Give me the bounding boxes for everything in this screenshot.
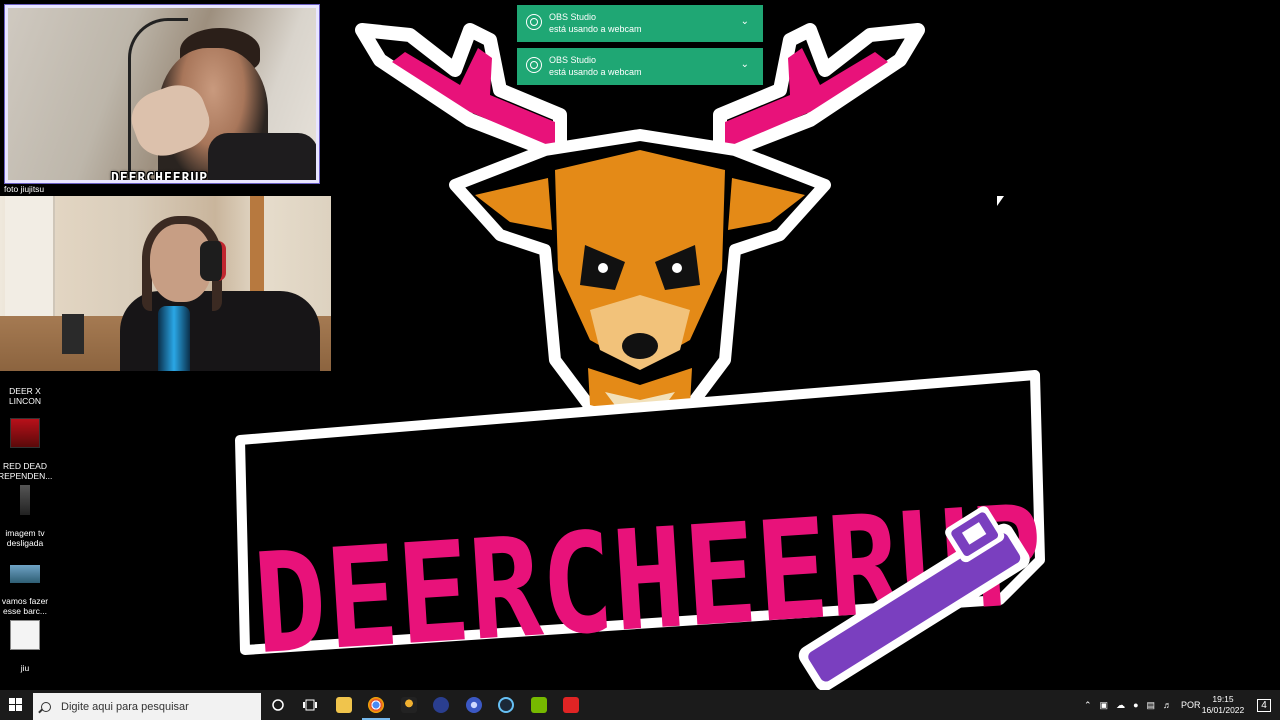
volume-icon[interactable]: ♬ <box>1163 700 1172 710</box>
tray-app-icon[interactable]: ▣ <box>1100 700 1109 711</box>
task-view-icon[interactable] <box>294 690 326 720</box>
taskbar-clock[interactable]: 19:15 16/01/2022 <box>1198 694 1248 716</box>
microphone-icon[interactable]: ● <box>1133 700 1138 710</box>
webcam-icon <box>526 57 542 73</box>
notification-center-icon[interactable]: 4 <box>1248 690 1280 720</box>
red-app-icon[interactable] <box>563 697 579 713</box>
file-explorer-icon[interactable] <box>336 697 352 713</box>
desktop-icon-label: imagem tv desligada <box>5 528 45 548</box>
cloud-icon[interactable]: ☁ <box>1116 700 1125 711</box>
desktop-icon-deer-x-lincon[interactable]: DEER X LINCON <box>0 376 52 406</box>
mouse-pointer-icon <box>997 196 1004 206</box>
game-thumbnail-icon <box>10 418 40 448</box>
desktop-icon-label: DEER X LINCON <box>8 386 42 406</box>
game-launcher-icon[interactable] <box>401 697 417 713</box>
image-thumbnail-icon <box>10 565 40 583</box>
notification-app-name: OBS Studio <box>549 12 597 22</box>
desktop-icon-jiu[interactable]: jiu <box>0 610 52 673</box>
steam-icon[interactable] <box>498 697 514 713</box>
webcam-overlay-bottom <box>0 196 331 371</box>
cam-caption: foto jiujitsu <box>4 184 45 194</box>
notification-message: está usando a webcam <box>549 24 642 34</box>
clock-time: 19:15 <box>1212 694 1234 704</box>
nvidia-icon[interactable] <box>531 697 547 713</box>
notification-obs-webcam[interactable]: OBS Studio está usando a webcam ⌄ <box>517 5 763 42</box>
desktop-icon-red-dead[interactable]: RED DEAD REPENDEN... <box>0 408 52 481</box>
chevron-down-icon[interactable]: ⌄ <box>741 59 749 70</box>
image-thumbnail-icon <box>10 620 40 650</box>
image-thumbnail-icon <box>20 485 30 515</box>
desktop-icon-vamos-fazer[interactable]: vamos fazer esse barc... <box>0 555 52 616</box>
ice-app-icon[interactable] <box>433 697 449 713</box>
notification-message: está usando a webcam <box>549 67 642 77</box>
clock-date: 16/01/2022 <box>1201 705 1245 715</box>
desktop-icon-imagem-tv[interactable]: imagem tv desligada <box>0 475 52 548</box>
notification-obs-webcam[interactable]: OBS Studio está usando a webcam ⌄ <box>517 48 763 85</box>
chevron-up-icon[interactable]: ⌃ <box>1084 700 1092 711</box>
desktop: DEERCHEERUP DEERCHEERUP foto jiujitsu DE <box>0 0 1280 690</box>
system-tray: ⌃ ▣ ☁ ● ▤ ♬ POR <box>1080 690 1206 720</box>
watermark-text: DEERCHEERUP <box>111 171 209 183</box>
desktop-icon-label: jiu <box>20 663 30 673</box>
webcam-icon <box>526 14 542 30</box>
search-icon <box>41 701 51 712</box>
chrome-icon[interactable] <box>362 697 390 720</box>
chevron-down-icon[interactable]: ⌄ <box>741 16 749 27</box>
webcam-overlay-top: DEERCHEERUP <box>5 5 319 183</box>
notification-count-badge: 4 <box>1257 698 1271 712</box>
windows-start-icon[interactable] <box>0 690 32 720</box>
taskbar-search-box[interactable]: Digite aqui para pesquisar <box>33 693 261 720</box>
network-icon[interactable]: ▤ <box>1147 700 1156 711</box>
cortana-icon[interactable] <box>262 690 294 720</box>
obs-icon[interactable] <box>466 697 482 713</box>
search-placeholder: Digite aqui para pesquisar <box>61 700 189 713</box>
notification-app-name: OBS Studio <box>549 55 597 65</box>
